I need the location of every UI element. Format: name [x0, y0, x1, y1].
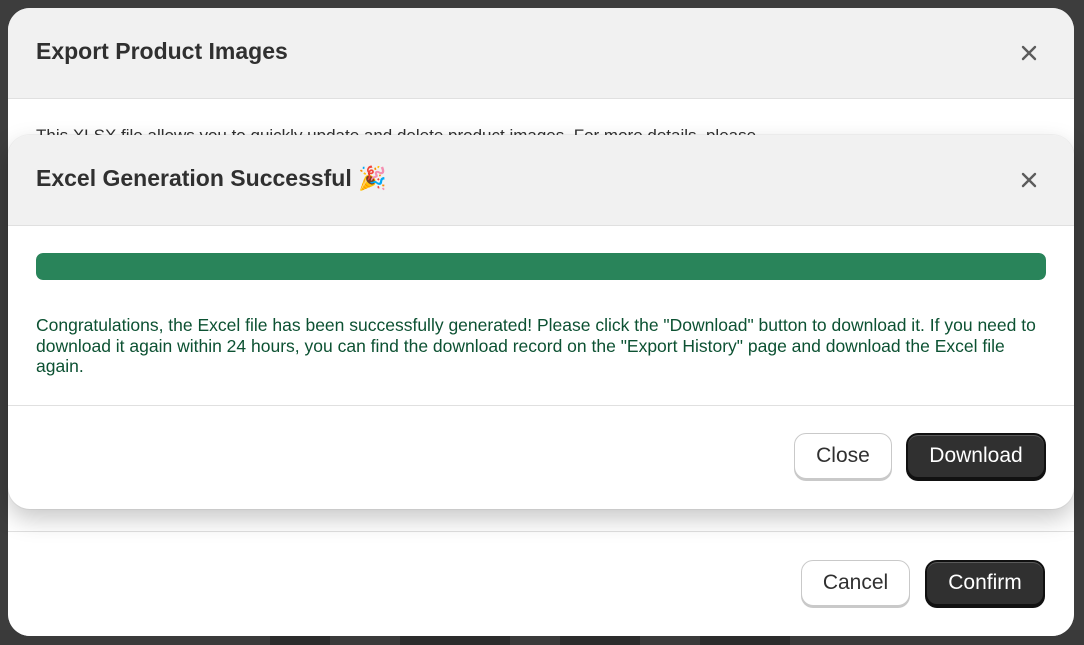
dialog-footer: Cancel Confirm	[8, 531, 1074, 636]
cancel-button[interactable]: Cancel	[801, 560, 910, 606]
confirm-button[interactable]: Confirm	[925, 560, 1045, 606]
progress-bar-fill	[36, 253, 1046, 280]
close-icon[interactable]	[1018, 169, 1040, 191]
dialog-header: Excel Generation Successful 🎉	[8, 135, 1074, 226]
dialog-title: Export Product Images	[36, 38, 288, 64]
close-button[interactable]: Close	[794, 433, 892, 479]
progress-bar	[36, 253, 1046, 280]
excel-generation-success-dialog: Excel Generation Successful 🎉 Congratula…	[8, 135, 1074, 509]
page: Export Product Images This XLSX file all…	[0, 0, 1084, 645]
dialog-title: Excel Generation Successful 🎉	[36, 165, 387, 191]
dialog-footer: Close Download	[8, 405, 1074, 509]
success-message: Congratulations, the Excel file has been…	[36, 315, 1036, 376]
dialog-header: Export Product Images	[8, 8, 1074, 99]
close-icon[interactable]	[1018, 42, 1040, 64]
download-button[interactable]: Download	[906, 433, 1046, 479]
